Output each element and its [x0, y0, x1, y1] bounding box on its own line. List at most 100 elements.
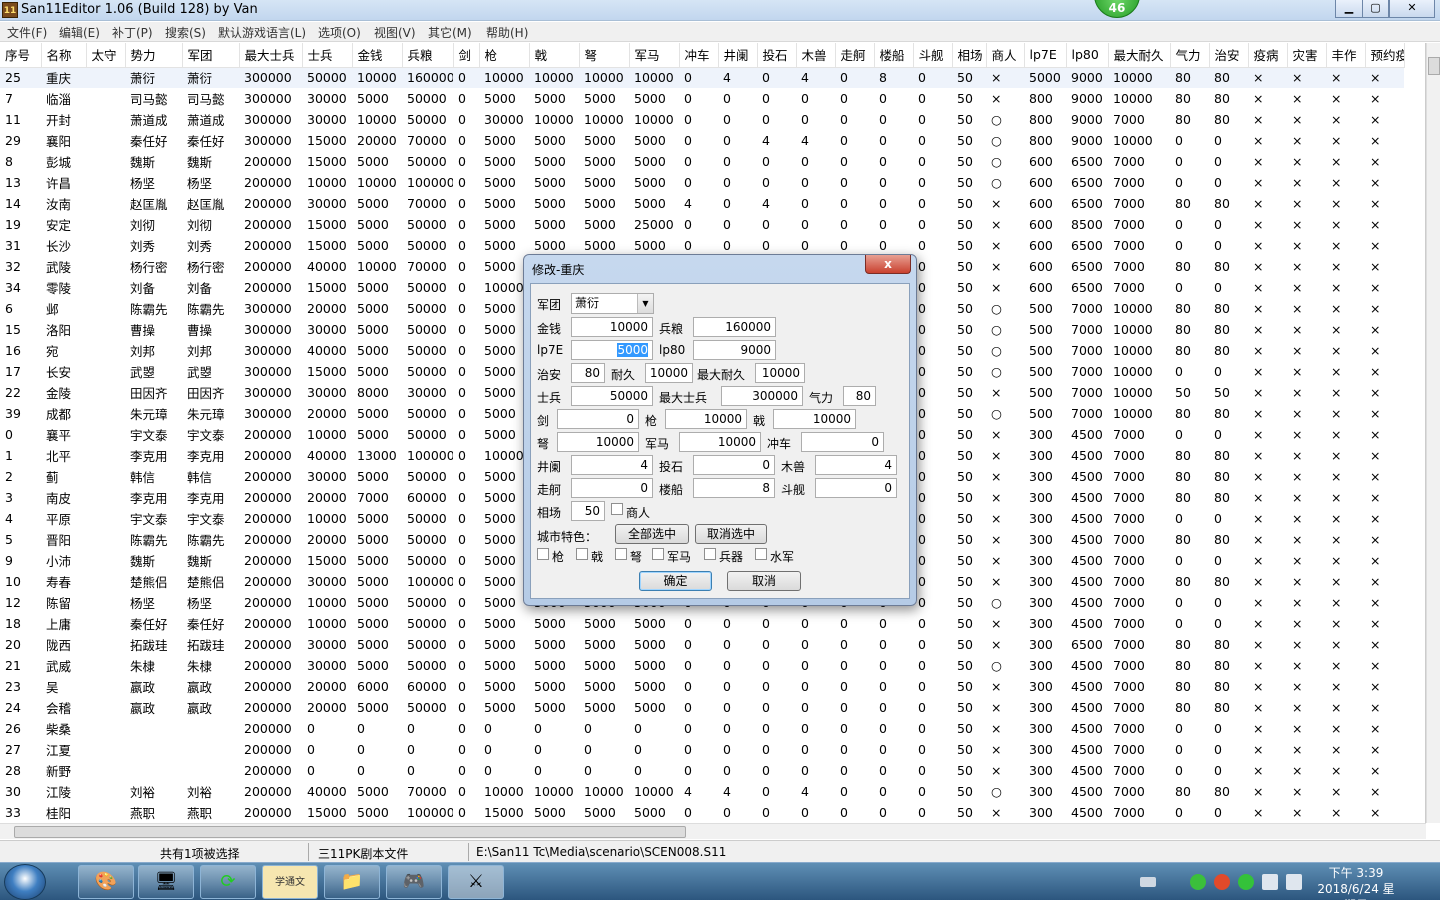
column-header[interactable]: 剑 [453, 43, 480, 68]
vertical-scrollbar[interactable] [1426, 43, 1440, 823]
table-row[interactable]: 8 彭城 魏斯 魏斯 200000 15000 5000 50000 0 5000 5000 5000… [0, 151, 1404, 172]
crossbow-field[interactable]: 10000 [557, 432, 639, 452]
column-header[interactable]: 木兽 [796, 43, 836, 68]
table-row[interactable]: 18 上庸 秦任好 秦任好 200000 10000 5000 50000 0 5000 5000 5… [0, 613, 1404, 634]
taskbar-folder-icon[interactable]: 📁 [324, 865, 380, 899]
column-header[interactable]: 弩 [579, 43, 630, 68]
deselect-all-button[interactable]: 取消选中 [695, 524, 767, 544]
table-row[interactable]: 23 吴嬴政 嬴政 200000 20000 6000 60000 0 5000 5000 5000… [0, 676, 1404, 697]
menu-file[interactable]: 文件(F) [7, 24, 47, 41]
troops-field[interactable]: 50000 [571, 386, 653, 406]
market-field[interactable]: 50 [571, 501, 605, 521]
start-button[interactable] [4, 864, 46, 900]
column-header[interactable]: 军团 [182, 43, 240, 68]
table-row[interactable]: 27 江夏 200000 0 0 0 0 0 0 0 0 0 0 0 0 0 0 0 50 × 300 4500 7000 0… [0, 739, 1404, 760]
notification-badge[interactable]: 46 [1094, 0, 1140, 18]
table-row[interactable]: 21 武威 朱棣 朱棣 200000 30000 5000 50000 0 5000 5000 500… [0, 655, 1404, 676]
column-header[interactable]: 预约疫 [1365, 43, 1405, 68]
money-field[interactable]: 10000 [571, 317, 653, 337]
network-tray-icon[interactable] [1262, 874, 1278, 890]
halberd-field[interactable]: 10000 [773, 409, 856, 429]
green-tray-icon[interactable] [1190, 874, 1206, 890]
taskbar-computer-icon[interactable]: 🖥 [138, 865, 194, 899]
table-row[interactable]: 29 襄阳 秦任好 秦任好 300000 15000 20000 70000 0 5000 5000… [0, 130, 1404, 151]
vertical-scroll-thumb[interactable] [1428, 57, 1440, 75]
keyboard-tray-icon[interactable] [1140, 877, 1156, 887]
menu-edit[interactable]: 编辑(E) [59, 24, 100, 41]
column-header[interactable]: 太守 [86, 43, 126, 68]
taskbar-study-icon[interactable]: 学通文 [262, 865, 318, 899]
menu-help[interactable]: 帮助(H) [486, 24, 528, 41]
menu-options[interactable]: 选项(O) [318, 24, 361, 41]
column-header[interactable]: 井阑 [718, 43, 758, 68]
column-header[interactable]: 楼船 [874, 43, 914, 68]
sword-field[interactable]: 0 [557, 409, 639, 429]
feature-navy-checkbox[interactable] [755, 548, 767, 560]
feature-spear-checkbox[interactable] [537, 548, 549, 560]
column-header[interactable]: 最大耐久 [1108, 43, 1171, 68]
column-header[interactable]: 枪 [479, 43, 530, 68]
ship-field[interactable]: 8 [693, 478, 775, 498]
lp80-field[interactable]: 9000 [693, 340, 776, 360]
column-header[interactable]: lp80 [1066, 43, 1109, 68]
taskbar-editor-icon[interactable]: ⚔ [448, 865, 504, 899]
table-row[interactable]: 11 开封 萧道成 萧道成 300000 30000 10000 50000 0 30000 100… [0, 109, 1404, 130]
merchant-checkbox[interactable] [611, 503, 623, 515]
maximize-button[interactable]: ▢ [1362, 0, 1389, 18]
close-button[interactable]: ✕ [1389, 0, 1435, 18]
column-header[interactable]: 治安 [1209, 43, 1249, 68]
volume-tray-icon[interactable] [1286, 874, 1302, 890]
feature-crossbow-checkbox[interactable] [615, 548, 627, 560]
table-row[interactable]: 19 安定 刘彻 刘彻 200000 15000 5000 50000 0 5000 5000 500… [0, 214, 1404, 235]
column-header[interactable]: 名称 [41, 43, 87, 68]
cancel-button[interactable]: 取消 [727, 571, 801, 591]
chevron-down-icon[interactable]: ▼ [637, 294, 653, 313]
column-header[interactable]: 势力 [125, 43, 183, 68]
column-header[interactable]: 疫病 [1248, 43, 1288, 68]
menu-search[interactable]: 搜索(S) [165, 24, 206, 41]
beast-field[interactable]: 4 [815, 455, 897, 475]
tower-field[interactable]: 4 [571, 455, 653, 475]
horizontal-scrollbar[interactable] [0, 823, 1426, 839]
column-header[interactable]: 冲车 [679, 43, 719, 68]
column-header[interactable]: 军马 [629, 43, 680, 68]
max-troops-field[interactable]: 300000 [721, 386, 803, 406]
table-row[interactable]: 7 临淄 司马懿 司马懿 300000 30000 5000 50000 0 5000 5000 50… [0, 88, 1404, 109]
column-header[interactable]: 金钱 [352, 43, 403, 68]
durability-field[interactable]: 10000 [645, 363, 693, 383]
column-header[interactable]: 斗舰 [913, 43, 953, 68]
lp7e-field[interactable]: 5000 [571, 340, 653, 360]
horse-field[interactable]: 10000 [679, 432, 761, 452]
select-all-button[interactable]: 全部选中 [615, 524, 689, 544]
table-row[interactable]: 14 汝南 赵匡胤 赵匡胤 200000 30000 5000 70000 0 5000 5000 5… [0, 193, 1404, 214]
max-durability-field[interactable]: 10000 [755, 363, 805, 383]
table-row[interactable]: 25 重庆 萧衍 萧衍 300000 50000 10000 160000 0 10000 1000… [0, 67, 1404, 88]
table-row[interactable]: 13 许昌 杨坚 杨坚 200000 10000 10000 100000 0 5000 5000 5… [0, 172, 1404, 193]
column-header[interactable]: 兵粮 [402, 43, 454, 68]
menu-view[interactable]: 视图(V) [374, 24, 416, 41]
column-header[interactable]: 商人 [986, 43, 1025, 68]
table-row[interactable]: 30 江陵 刘裕 刘裕 200000 40000 5000 70000 0 10000 10000 1… [0, 781, 1404, 802]
minimize-button[interactable]: ▁ [1335, 0, 1363, 18]
taskbar-game-icon[interactable]: 🎮 [386, 865, 442, 899]
column-header[interactable]: 灾害 [1287, 43, 1327, 68]
food-field[interactable]: 160000 [693, 317, 776, 337]
column-header[interactable]: lp7E [1024, 43, 1067, 68]
security-tray-icon[interactable] [1214, 874, 1230, 890]
table-row[interactable]: 28 新野 200000 0 0 0 0 0 0 0 0 0 0 0 0 0 0 0 50 × 300 4500 7000 0… [0, 760, 1404, 781]
clock[interactable]: 下午 3:39 2018/6/24 星期日 [1316, 865, 1396, 913]
feature-halberd-checkbox[interactable] [576, 548, 588, 560]
column-header[interactable]: 最大士兵 [239, 43, 303, 68]
column-header[interactable]: 气力 [1170, 43, 1210, 68]
catapult-field[interactable]: 0 [693, 455, 775, 475]
table-row[interactable]: 31 长沙 刘秀 刘秀 200000 15000 5000 50000 0 5000 5000 500… [0, 235, 1404, 256]
spear-field[interactable]: 10000 [665, 409, 747, 429]
table-row[interactable]: 24 会稽 嬴政 嬴政 200000 20000 5000 50000 0 5000 5000 500… [0, 697, 1404, 718]
taskbar-paint-icon[interactable]: 🎨 [78, 865, 134, 899]
column-header[interactable]: 走舸 [835, 43, 875, 68]
feature-weapon-checkbox[interactable] [704, 548, 716, 560]
menu-other[interactable]: 其它(M) [428, 24, 472, 41]
plus-tray-icon[interactable] [1238, 874, 1254, 890]
menu-language[interactable]: 默认游戏语言(L) [218, 24, 306, 41]
table-row[interactable]: 26 柴桑 200000 0 0 0 0 0 0 0 0 0 0 0 0 0 0 0 50 × 300 4500 7000 0… [0, 718, 1404, 739]
